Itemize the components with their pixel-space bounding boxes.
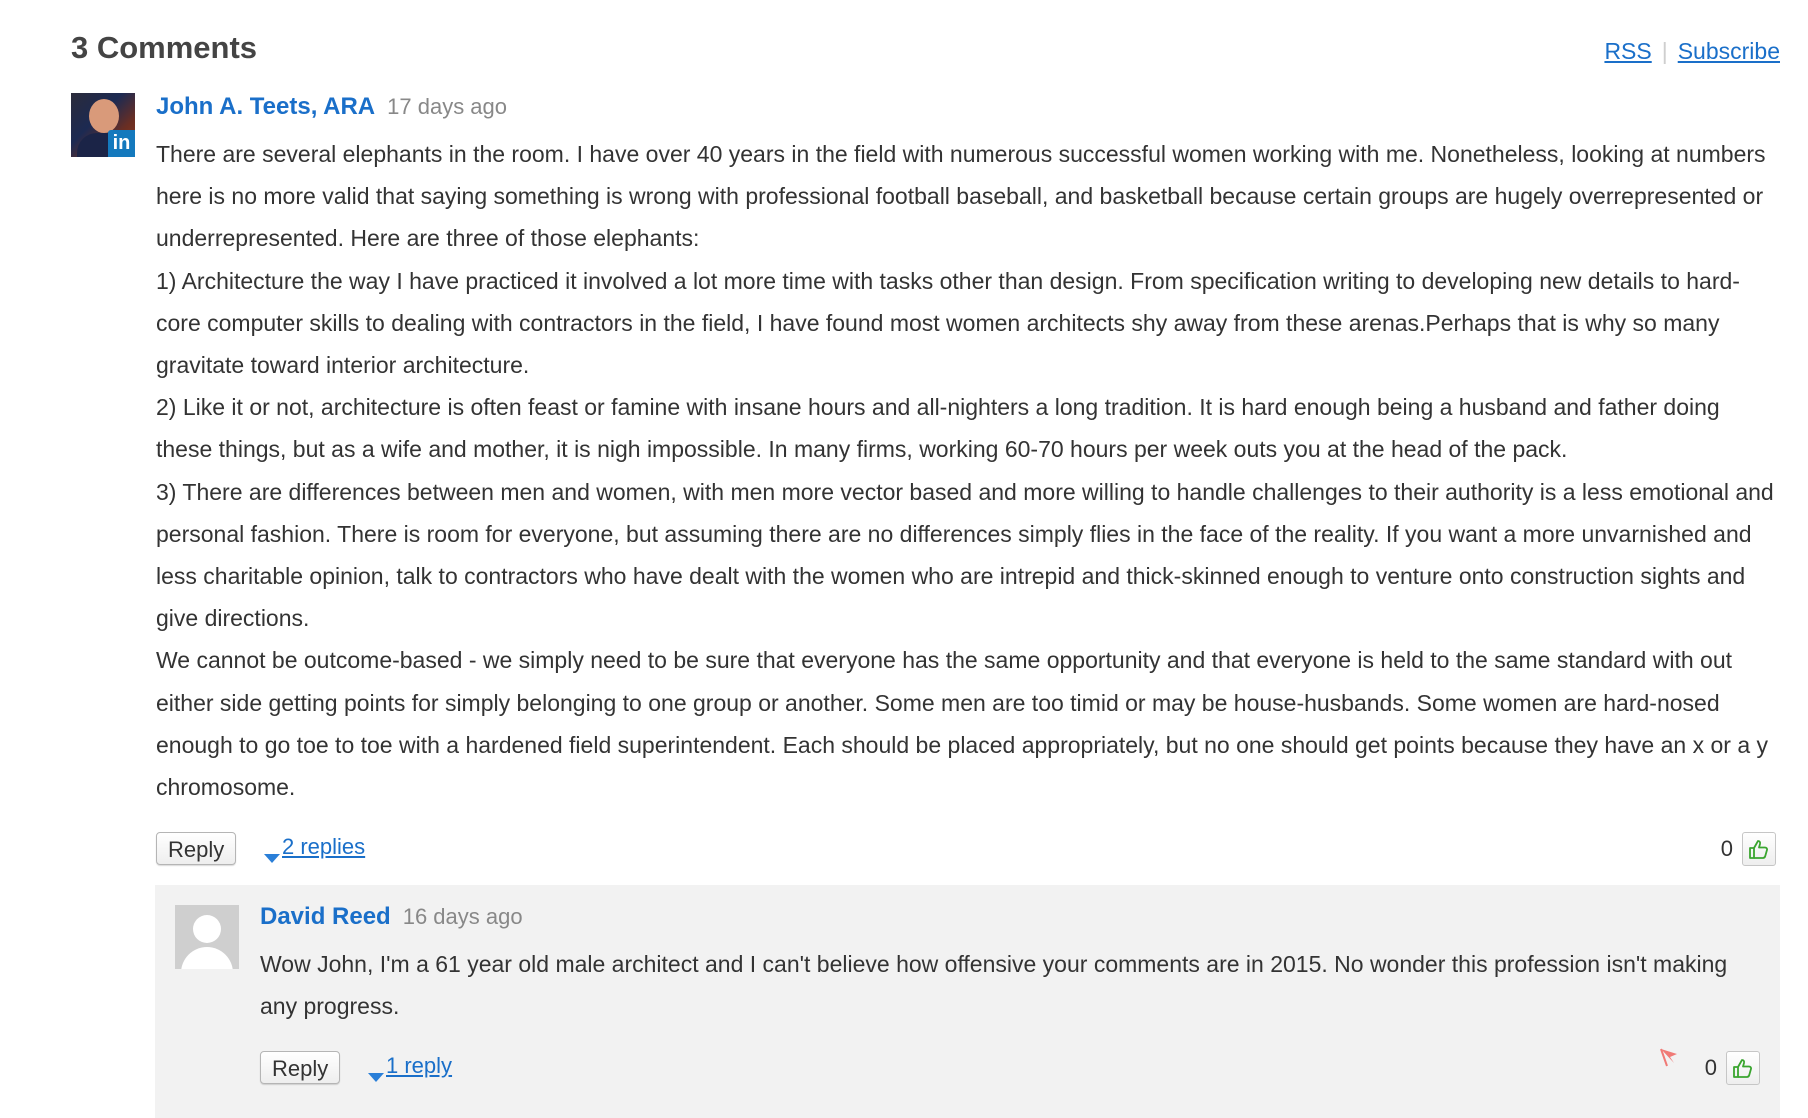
comment-actions: Reply 2 replies 0 xyxy=(156,830,1776,870)
comment-timestamp: 17 days ago xyxy=(387,94,508,119)
flag-icon[interactable] xyxy=(1656,1045,1682,1071)
reply-actions: Reply 1 reply 0 xyxy=(260,1049,1760,1089)
caret-down-icon xyxy=(264,854,280,864)
avatar[interactable]: in xyxy=(71,93,135,157)
vote-control: 0 xyxy=(1656,1049,1760,1086)
vote-count: 0 xyxy=(1704,1055,1717,1081)
thumbs-up-icon xyxy=(1733,1059,1752,1079)
default-avatar-body xyxy=(181,947,233,969)
reply-button[interactable]: Reply xyxy=(260,1051,341,1085)
feed-links-separator: | xyxy=(1661,38,1668,64)
comment-body: John A. Teets, ARA 17 days ago There are… xyxy=(156,93,1776,870)
comment-meta: John A. Teets, ARA 17 days ago xyxy=(156,93,1776,133)
reply-meta: David Reed 16 days ago xyxy=(260,903,1760,943)
reply-author-link[interactable]: David Reed xyxy=(260,903,391,931)
replies-link[interactable]: 1 reply xyxy=(386,1053,452,1079)
reply-comment: David Reed 16 days ago Wow John, I'm a 6… xyxy=(155,885,1780,1118)
thumbs-up-button[interactable] xyxy=(1726,1051,1760,1086)
reply-body: David Reed 16 days ago Wow John, I'm a 6… xyxy=(260,903,1760,1089)
comment-paragraph: There are several elephants in the room.… xyxy=(156,141,1766,252)
reply-text: Wow John, I'm a 61 year old male archite… xyxy=(260,943,1760,1027)
thumbs-up-icon xyxy=(1749,840,1768,860)
comment-text: There are several elephants in the room.… xyxy=(156,133,1776,808)
replies-link[interactable]: 2 replies xyxy=(282,834,365,860)
default-avatar-icon[interactable] xyxy=(175,905,239,969)
comment-paragraph: 1) Architecture the way I have practiced… xyxy=(156,267,1740,379)
comment-paragraph: 2) Like it or not, architecture is often… xyxy=(156,394,1720,463)
comment-paragraph: We cannot be outcome-based - we simply n… xyxy=(156,647,1768,801)
caret-down-icon xyxy=(368,1073,384,1083)
replies-toggle[interactable]: 1 reply xyxy=(368,1053,452,1083)
replies-toggle[interactable]: 2 replies xyxy=(264,834,365,864)
linkedin-badge-icon: in xyxy=(108,130,135,157)
vote-count: 0 xyxy=(1720,836,1733,862)
avatar-face xyxy=(89,99,119,133)
default-avatar-head xyxy=(193,915,221,943)
comments-count-heading: 3 Comments xyxy=(71,30,258,65)
reply-button[interactable]: Reply xyxy=(156,832,237,866)
feed-links: RSS | Subscribe xyxy=(1604,38,1780,65)
reply-timestamp: 16 days ago xyxy=(402,904,523,929)
thumbs-up-button[interactable] xyxy=(1742,832,1776,867)
rss-link[interactable]: RSS xyxy=(1604,38,1651,65)
subscribe-link[interactable]: Subscribe xyxy=(1678,38,1780,65)
reply-paragraph: Wow John, I'm a 61 year old male archite… xyxy=(260,951,1728,1020)
comment-paragraph: 3) There are differences between men and… xyxy=(156,478,1774,632)
vote-control: 0 xyxy=(1720,832,1776,867)
comment-author-link[interactable]: John A. Teets, ARA xyxy=(156,93,375,121)
